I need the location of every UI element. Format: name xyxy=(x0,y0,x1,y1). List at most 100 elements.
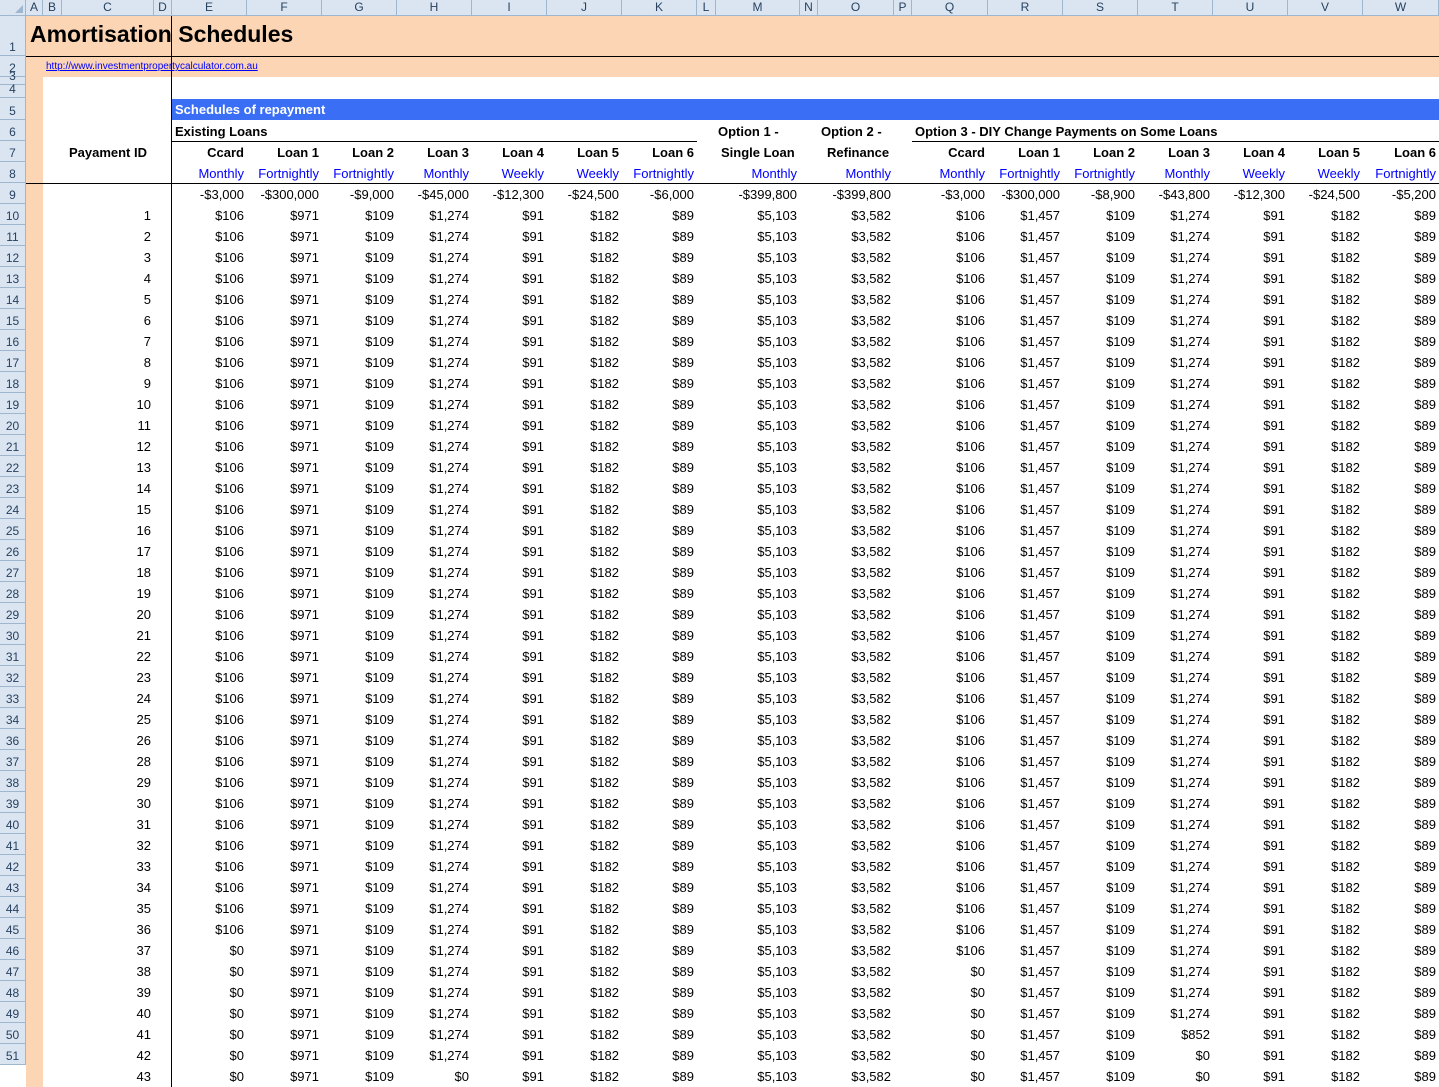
table-cell[interactable]: $89 xyxy=(1363,649,1439,664)
table-cell[interactable]: $109 xyxy=(1063,628,1138,643)
table-cell[interactable]: $182 xyxy=(547,796,622,811)
table-cell[interactable]: $971 xyxy=(247,271,322,286)
table-cell[interactable]: $0 xyxy=(912,1027,988,1042)
table-cell[interactable]: $91 xyxy=(472,985,547,1000)
table-cell[interactable]: $1,274 xyxy=(397,628,472,643)
table-cell[interactable]: $89 xyxy=(622,418,697,433)
payment-id[interactable]: 18 xyxy=(62,565,154,580)
table-cell[interactable]: $5,103 xyxy=(716,670,800,685)
table-cell[interactable]: $182 xyxy=(547,502,622,517)
table-cell[interactable]: $1,457 xyxy=(988,838,1063,853)
row-header-30[interactable]: 30 xyxy=(0,624,26,645)
table-cell[interactable]: $3,582 xyxy=(818,691,894,706)
row-header-43[interactable]: 43 xyxy=(0,876,26,897)
column-header-v[interactable]: V xyxy=(1288,0,1363,16)
payment-id[interactable]: 10 xyxy=(62,397,154,412)
table-cell[interactable]: $106 xyxy=(912,754,988,769)
payment-id[interactable]: 11 xyxy=(62,418,154,433)
table-cell[interactable]: $109 xyxy=(322,901,397,916)
table-cell[interactable]: $971 xyxy=(247,880,322,895)
table-cell[interactable]: $3,582 xyxy=(818,1048,894,1063)
table-cell[interactable]: $5,103 xyxy=(716,292,800,307)
table-cell[interactable]: $1,457 xyxy=(988,691,1063,706)
table-cell[interactable]: $182 xyxy=(547,922,622,937)
table-cell[interactable]: $106 xyxy=(912,460,988,475)
table-cell[interactable]: $3,582 xyxy=(818,922,894,937)
table-cell[interactable]: $1,274 xyxy=(397,691,472,706)
table-cell[interactable]: $3,582 xyxy=(818,208,894,223)
table-cell[interactable]: $1,274 xyxy=(397,334,472,349)
row-header-20[interactable]: 20 xyxy=(0,414,26,435)
table-cell[interactable]: $971 xyxy=(247,985,322,1000)
table-cell[interactable]: $109 xyxy=(1063,523,1138,538)
balance-11[interactable]: -$8,900 xyxy=(1063,187,1138,202)
table-cell[interactable]: $91 xyxy=(1213,1048,1288,1063)
table-cell[interactable]: $109 xyxy=(1063,838,1138,853)
table-cell[interactable]: $91 xyxy=(472,565,547,580)
table-cell[interactable]: $109 xyxy=(322,712,397,727)
table-cell[interactable]: $89 xyxy=(1363,712,1439,727)
table-cell[interactable]: $106 xyxy=(912,313,988,328)
table-cell[interactable]: $89 xyxy=(622,796,697,811)
table-cell[interactable]: $182 xyxy=(547,565,622,580)
row-header-27[interactable]: 27 xyxy=(0,561,26,582)
row-header-7[interactable]: 7 xyxy=(0,141,26,162)
table-cell[interactable]: $89 xyxy=(622,586,697,601)
table-cell[interactable]: $106 xyxy=(912,712,988,727)
table-cell[interactable]: $3,582 xyxy=(818,901,894,916)
table-cell[interactable]: $106 xyxy=(912,292,988,307)
table-cell[interactable]: $106 xyxy=(172,775,247,790)
payment-id[interactable]: 41 xyxy=(62,1027,154,1042)
payment-id[interactable]: 30 xyxy=(62,796,154,811)
table-cell[interactable]: $1,457 xyxy=(988,859,1063,874)
table-cell[interactable]: $1,274 xyxy=(1138,754,1213,769)
table-cell[interactable]: $91 xyxy=(472,775,547,790)
table-cell[interactable]: $3,582 xyxy=(818,1006,894,1021)
payment-id[interactable]: 38 xyxy=(62,964,154,979)
table-cell[interactable]: $106 xyxy=(912,796,988,811)
table-cell[interactable]: $971 xyxy=(247,691,322,706)
table-cell[interactable]: $1,274 xyxy=(1138,292,1213,307)
payment-id[interactable]: 42 xyxy=(62,1048,154,1063)
table-cell[interactable]: $106 xyxy=(172,880,247,895)
row-header-22[interactable]: 22 xyxy=(0,456,26,477)
table-cell[interactable]: $182 xyxy=(1288,670,1363,685)
table-cell[interactable]: $91 xyxy=(472,838,547,853)
balance-2[interactable]: -$9,000 xyxy=(322,187,397,202)
table-cell[interactable]: $0 xyxy=(912,985,988,1000)
table-cell[interactable]: $106 xyxy=(172,649,247,664)
table-cell[interactable]: $971 xyxy=(247,586,322,601)
table-cell[interactable]: $89 xyxy=(622,229,697,244)
table-cell[interactable]: $5,103 xyxy=(716,880,800,895)
row-header-37[interactable]: 37 xyxy=(0,750,26,771)
table-cell[interactable]: $89 xyxy=(622,313,697,328)
table-cell[interactable]: $91 xyxy=(1213,922,1288,937)
balance-13[interactable]: -$12,300 xyxy=(1213,187,1288,202)
row-header-24[interactable]: 24 xyxy=(0,498,26,519)
table-cell[interactable]: $182 xyxy=(1288,817,1363,832)
table-cell[interactable]: $5,103 xyxy=(716,208,800,223)
table-cell[interactable]: $182 xyxy=(547,334,622,349)
table-cell[interactable]: $3,582 xyxy=(818,397,894,412)
table-cell[interactable]: $971 xyxy=(247,376,322,391)
table-cell[interactable]: $1,274 xyxy=(1138,838,1213,853)
table-cell[interactable]: $89 xyxy=(622,775,697,790)
table-cell[interactable]: $109 xyxy=(1063,229,1138,244)
balance-12[interactable]: -$43,800 xyxy=(1138,187,1213,202)
payment-id[interactable]: 29 xyxy=(62,775,154,790)
table-cell[interactable]: $109 xyxy=(1063,292,1138,307)
column-header-u[interactable]: U xyxy=(1213,0,1288,16)
table-cell[interactable]: $89 xyxy=(622,376,697,391)
table-cell[interactable]: $89 xyxy=(622,1027,697,1042)
row-header-46[interactable]: 46 xyxy=(0,939,26,960)
table-cell[interactable]: $106 xyxy=(172,817,247,832)
table-cell[interactable]: $109 xyxy=(1063,901,1138,916)
table-cell[interactable]: $182 xyxy=(1288,691,1363,706)
row-header-47[interactable]: 47 xyxy=(0,960,26,981)
table-cell[interactable]: $182 xyxy=(547,1027,622,1042)
column-header-q[interactable]: Q xyxy=(912,0,988,16)
table-cell[interactable]: $89 xyxy=(1363,796,1439,811)
table-cell[interactable]: $106 xyxy=(172,376,247,391)
payment-id[interactable]: 39 xyxy=(62,985,154,1000)
table-cell[interactable]: $1,274 xyxy=(397,250,472,265)
